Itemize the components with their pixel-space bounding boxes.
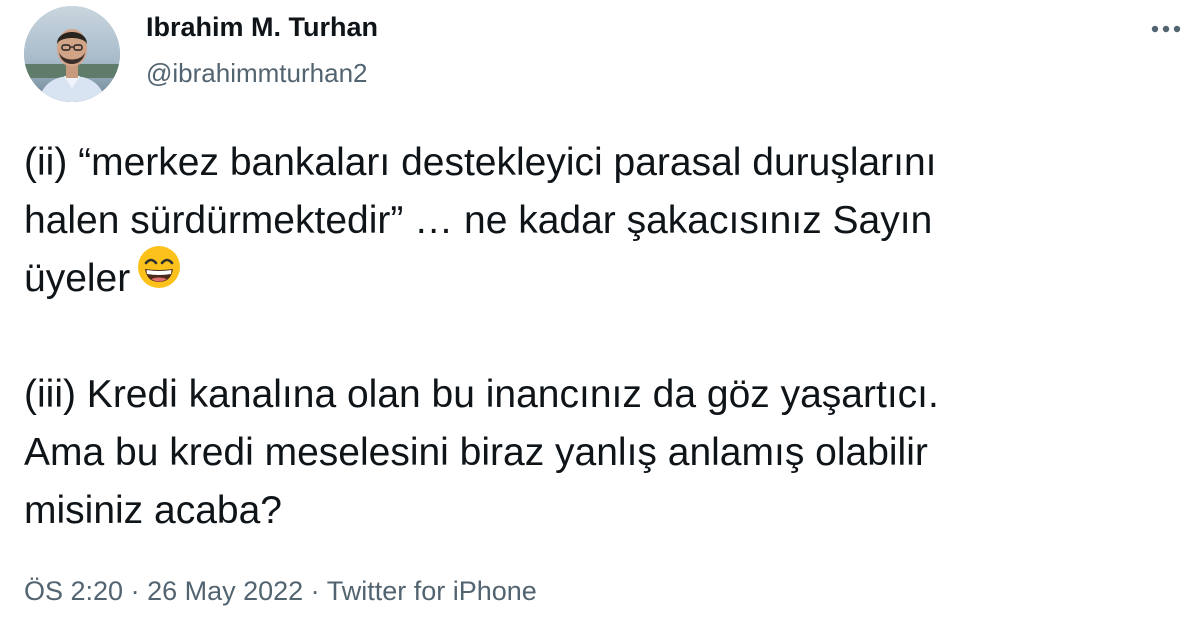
avatar-photo xyxy=(24,6,120,102)
more-horizontal-icon xyxy=(1151,25,1181,33)
more-button[interactable] xyxy=(1146,14,1186,44)
tweet-paragraph: (ii) “merkez bankaları destekleyici para… xyxy=(24,134,1164,308)
avatar[interactable] xyxy=(24,6,120,102)
tweet-metadata: ÖS 2:20 · 26 May 2022 · Twitter for iPho… xyxy=(24,574,537,608)
tweet-time[interactable]: ÖS 2:20 xyxy=(24,576,123,606)
tweet-date[interactable]: 26 May 2022 xyxy=(147,576,303,606)
author-handle[interactable]: @ibrahimmturhan2 xyxy=(146,56,378,90)
author-info: Ibrahim M. Turhan @ibrahimmturhan2 xyxy=(146,10,378,90)
meta-separator: · xyxy=(303,576,327,606)
meta-separator: · xyxy=(123,576,148,606)
tweet-text: (ii) “merkez bankaları destekleyici para… xyxy=(24,134,1164,540)
tweet-paragraph: (iii) Kredi kanalına olan bu inancınız d… xyxy=(24,373,939,532)
tweet-source[interactable]: Twitter for iPhone xyxy=(327,576,537,606)
grinning-face-with-smiling-eyes-emoji xyxy=(136,244,182,307)
tweet-card: Ibrahim M. Turhan @ibrahimmturhan2 (ii) … xyxy=(0,0,1200,620)
author-name[interactable]: Ibrahim M. Turhan xyxy=(146,10,378,44)
